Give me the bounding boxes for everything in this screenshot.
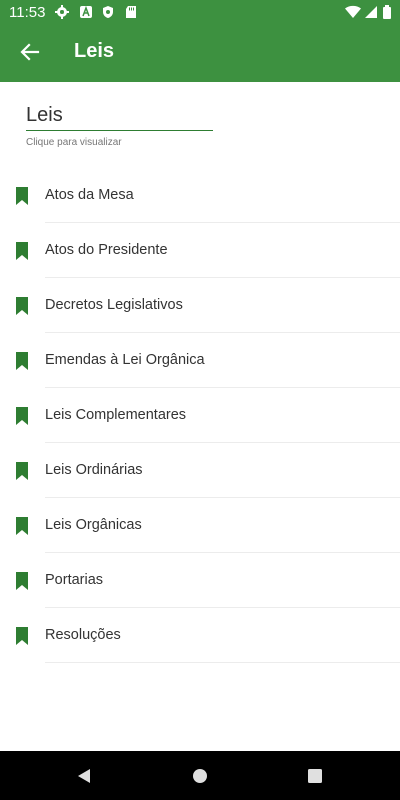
list-item-resolucoes[interactable]: Resoluções [0,608,400,663]
list-item-label: Portarias [45,572,104,588]
nav-home-button[interactable] [189,765,211,787]
nav-back-button[interactable] [73,765,95,787]
list-item-leis-organicas[interactable]: Leis Orgânicas [0,498,400,553]
list-item-label: Leis Ordinárias [45,462,143,478]
bookmark-icon [16,407,28,425]
square-recents-icon [308,769,322,783]
back-button[interactable] [12,34,48,70]
search-input[interactable] [26,100,213,131]
page-title: Leis [74,40,115,62]
search-block: Clique para visualizar [26,100,213,148]
bookmark-icon [16,627,28,645]
bookmark-icon [16,297,28,315]
list-item-atos-da-mesa[interactable]: Atos da Mesa [0,168,400,223]
divider [45,662,400,663]
status-time: 11:53 [9,4,46,21]
app-bar: Leis [0,26,400,82]
list-item-decretos-legislativos[interactable]: Decretos Legislativos [0,278,400,333]
triangle-back-icon [78,769,90,783]
circle-home-icon [193,769,207,783]
list-item-label: Emendas à Lei Orgânica [45,352,205,368]
list-item-portarias[interactable]: Portarias [0,553,400,608]
list-item-label: Leis Orgânicas [45,517,142,533]
battery-icon [382,5,396,19]
shield-icon [101,5,115,19]
bookmark-icon [16,242,28,260]
font-a-icon [79,5,93,19]
signal-icon [364,5,378,19]
bookmark-icon [16,572,28,590]
search-hint: Clique para visualizar [26,137,122,148]
category-list: Atos da Mesa Atos do Presidente Decretos… [0,168,400,663]
system-nav-bar [0,751,400,800]
list-item-emendas-lei-organica[interactable]: Emendas à Lei Orgânica [0,333,400,388]
list-item-label: Atos do Presidente [45,242,168,258]
list-item-leis-ordinarias[interactable]: Leis Ordinárias [0,443,400,498]
list-item-label: Decretos Legislativos [45,297,183,313]
sd-card-icon [124,5,138,19]
bookmark-icon [16,187,28,205]
settings-icon [55,5,69,19]
nav-recents-button[interactable] [304,765,326,787]
status-bar: 11:53 [0,0,400,26]
list-item-label: Leis Complementares [45,407,187,423]
list-item-label: Resoluções [45,627,121,643]
list-item-label: Atos da Mesa [45,187,134,203]
bookmark-icon [16,517,28,535]
bookmark-icon [16,462,28,480]
list-item-leis-complementares[interactable]: Leis Complementares [0,388,400,443]
bookmark-icon [16,352,28,370]
arrow-left-icon [20,43,40,61]
wifi-icon [345,5,361,19]
list-item-atos-do-presidente[interactable]: Atos do Presidente [0,223,400,278]
